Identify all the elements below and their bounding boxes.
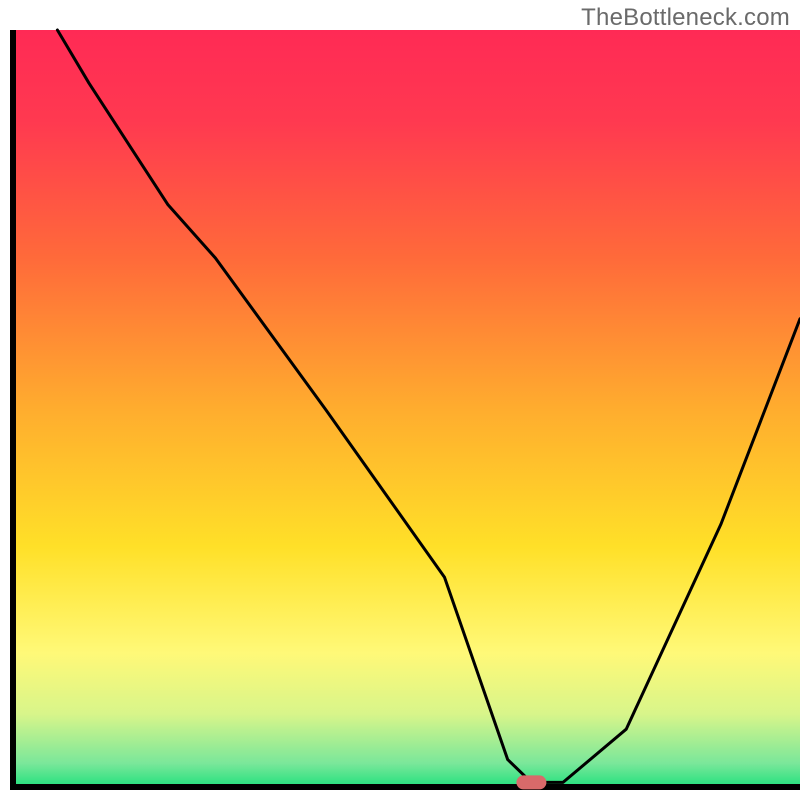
optimum-marker (516, 775, 546, 789)
bottleneck-chart: TheBottleneck.com (0, 0, 800, 800)
chart-svg (0, 0, 800, 800)
